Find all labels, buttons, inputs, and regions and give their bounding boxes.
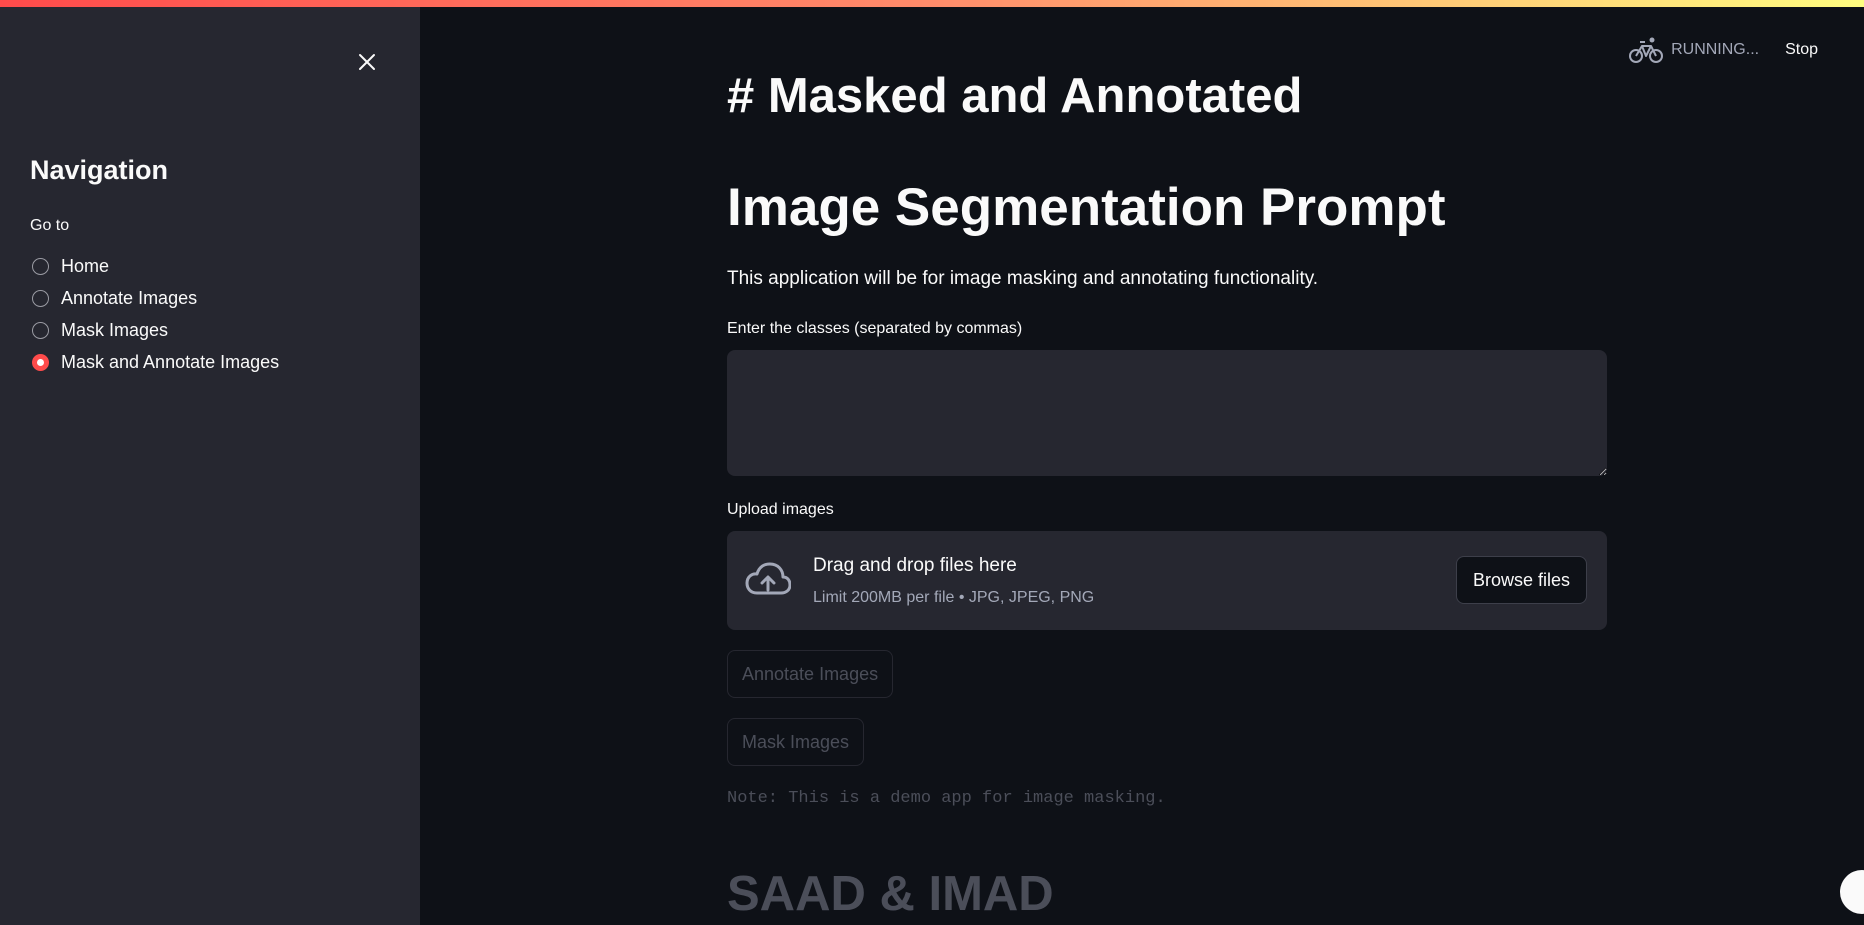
annotate-images-button[interactable]: Annotate Images: [727, 650, 894, 698]
radio-option-annotate-images[interactable]: Annotate Images: [32, 282, 279, 314]
dropzone-limit-text: Limit 200MB per file • JPG, JPEG, PNG: [813, 589, 1095, 606]
radio-option-label: Annotate Images: [61, 287, 198, 308]
close-icon: [359, 54, 375, 70]
corner-widget[interactable]: [1840, 870, 1864, 914]
classes-textarea[interactable]: [727, 350, 1607, 476]
mask-images-button[interactable]: Mask Images: [727, 718, 865, 766]
app-description: This application will be for image maski…: [727, 268, 1319, 289]
radio-option-mask-and-annotate-images[interactable]: Mask and Annotate Images: [32, 346, 279, 378]
running-bicycle-icon: [1629, 37, 1664, 63]
radio-option-home[interactable]: Home: [32, 250, 279, 282]
stop-button[interactable]: Stop: [1785, 41, 1818, 59]
radio-option-label: Home: [61, 255, 110, 276]
radio-option-label: Mask and Annotate Images: [61, 351, 280, 372]
app-status: RUNNING... Stop: [1629, 36, 1818, 64]
running-status-text: RUNNING...: [1671, 41, 1760, 58]
classes-input-label: Enter the classes (separated by commas): [727, 320, 1023, 337]
radio-option-mask-images[interactable]: Mask Images: [32, 314, 279, 346]
upload-label: Upload images: [727, 501, 834, 518]
top-decoration-bar: [0, 0, 1864, 7]
dropzone-title: Drag and drop files here: [813, 555, 1017, 576]
sidebar: Navigation Go to Home Annotate Images Ma…: [0, 7, 420, 925]
demo-note: Note: This is a demo app for image maski…: [727, 789, 1166, 808]
sidebar-title: Navigation: [30, 155, 169, 185]
radio-button[interactable]: [32, 257, 49, 275]
radio-button[interactable]: [32, 321, 49, 339]
radio-group-label: Go to: [30, 217, 70, 234]
footer-heading: SAAD & IMAD: [727, 867, 1054, 921]
navigation-radio-group: Home Annotate Images Mask Images Mask an…: [32, 250, 279, 378]
page-heading-masked: # Masked and Annotated: [727, 69, 1303, 123]
close-sidebar-button[interactable]: [354, 49, 380, 75]
radio-button[interactable]: [32, 289, 49, 307]
cloud-upload-icon: [745, 562, 791, 595]
radio-option-label: Mask Images: [61, 319, 169, 340]
page-title: Image Segmentation Prompt: [727, 178, 1446, 237]
radio-button-selected[interactable]: [32, 353, 49, 371]
file-dropzone[interactable]: Drag and drop files here Limit 200MB per…: [727, 531, 1607, 630]
browse-files-button[interactable]: Browse files: [1455, 556, 1587, 604]
